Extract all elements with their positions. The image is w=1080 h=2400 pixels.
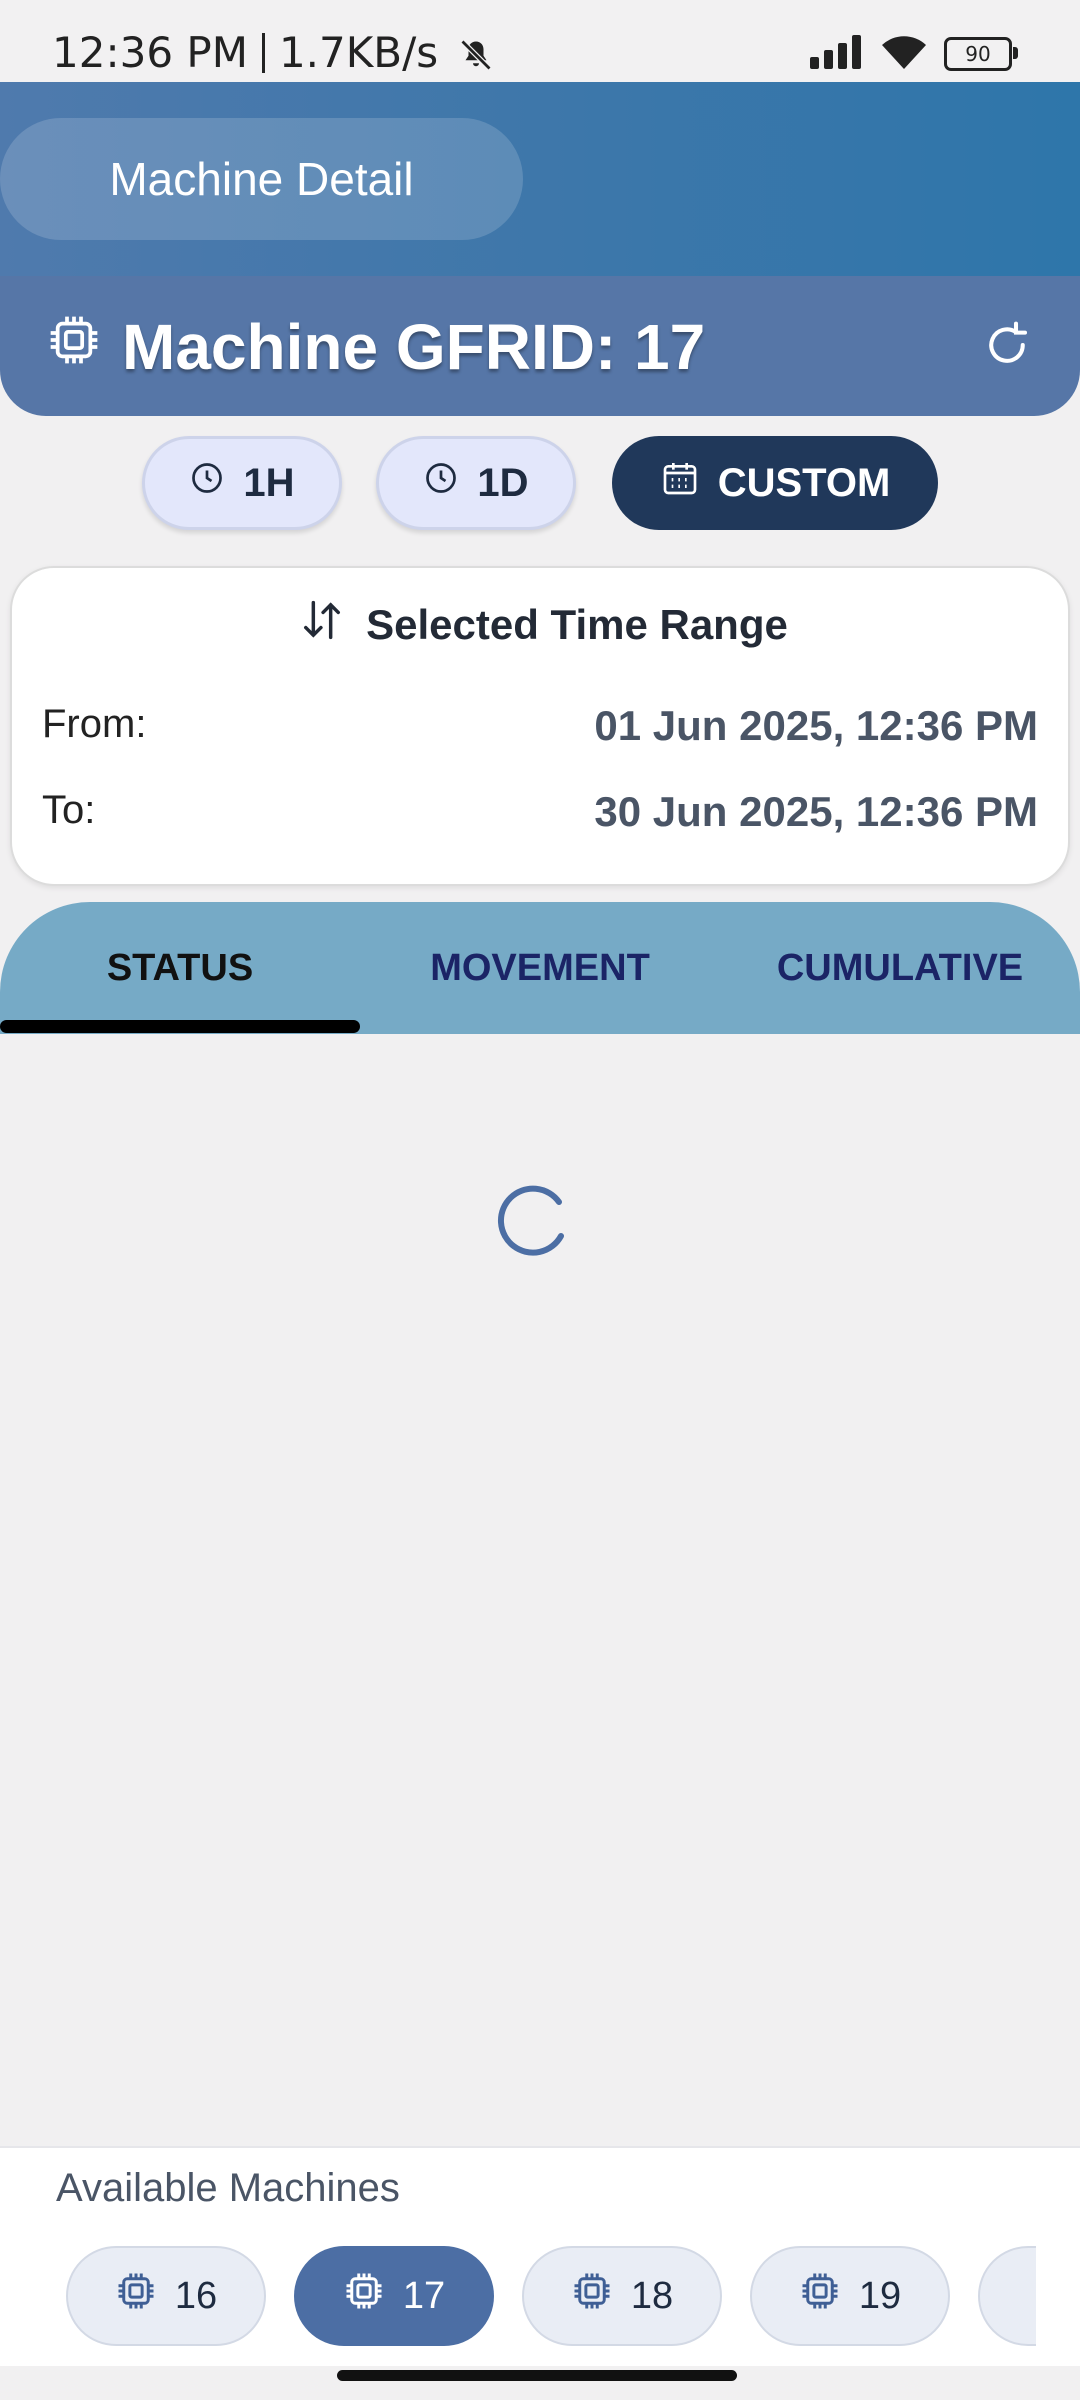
chip-icon xyxy=(571,2270,613,2322)
range-custom-label: CUSTOM xyxy=(717,460,891,505)
time-range-card: Selected Time Range From: 01 Jun 2025, 1… xyxy=(10,566,1070,886)
machine-chip-next[interactable] xyxy=(978,2246,1036,2346)
swap-vertical-icon xyxy=(296,594,348,656)
range-1d-button[interactable]: 1D xyxy=(376,436,576,530)
status-divider xyxy=(261,33,265,73)
chip-icon xyxy=(799,2270,841,2322)
machine-title: Machine GFRID: 17 xyxy=(122,311,706,383)
machine-chip-list: Available Machines 16 17 18 19 xyxy=(0,2148,1036,2366)
status-right: 90 xyxy=(810,34,1018,74)
range-1h-button[interactable]: 1H xyxy=(142,436,342,530)
machine-chip-label: 19 xyxy=(858,2274,902,2317)
loading-spinner xyxy=(497,1182,573,1258)
network-speed: 1.7KB/s xyxy=(278,28,439,77)
range-1d-label: 1D xyxy=(477,460,529,505)
range-custom-button[interactable]: CUSTOM xyxy=(612,436,938,530)
signal-icon xyxy=(810,34,864,74)
range-1h-label: 1H xyxy=(243,460,295,505)
machine-chip-label: 18 xyxy=(630,2274,674,2317)
chip-icon xyxy=(343,2270,385,2322)
refresh-icon[interactable] xyxy=(980,318,1034,372)
chip-icon xyxy=(115,2270,157,2322)
machine-chip-label: 16 xyxy=(174,2274,218,2317)
app-bar: Machine Detail xyxy=(0,82,1080,276)
calendar-icon xyxy=(660,458,700,508)
tab-cumulative[interactable]: CUMULATIVE xyxy=(720,902,1080,1034)
status-left: 12:36 PM 1.7KB/s xyxy=(52,28,494,83)
from-label: From: xyxy=(42,702,147,746)
machine-header: Machine GFRID: 17 xyxy=(0,276,1080,416)
clock-icon xyxy=(423,460,459,506)
status-time: 12:36 PM xyxy=(52,28,248,77)
machine-chip-17[interactable]: 17 xyxy=(294,2246,494,2346)
battery-icon: 90 xyxy=(944,37,1018,71)
wifi-icon xyxy=(882,35,926,74)
tab-indicator xyxy=(0,1020,360,1033)
battery-level: 90 xyxy=(965,42,991,66)
tab-status[interactable]: STATUS xyxy=(0,902,360,1034)
tab-bar: STATUS MOVEMENT CUMULATIVE xyxy=(0,902,1080,1034)
home-indicator[interactable] xyxy=(337,2370,737,2381)
tab-movement[interactable]: MOVEMENT xyxy=(360,902,720,1034)
available-machines-label: Available Machines xyxy=(56,2166,400,2210)
clock-icon xyxy=(189,460,225,506)
machine-chip-18[interactable]: 18 xyxy=(522,2246,722,2346)
machine-chip-19[interactable]: 19 xyxy=(750,2246,950,2346)
to-value: 30 Jun 2025, 12:36 PM xyxy=(594,788,1038,835)
status-bar: 12:36 PM 1.7KB/s 90 xyxy=(0,0,1080,82)
page-title: Machine Detail xyxy=(0,118,523,240)
available-machines-panel: Available Machines 16 17 18 19 xyxy=(0,2146,1080,2366)
time-range-title: Selected Time Range xyxy=(366,601,788,648)
machine-chip-label: 17 xyxy=(402,2274,446,2317)
to-label: To: xyxy=(42,788,96,832)
machine-chip-16[interactable]: 16 xyxy=(66,2246,266,2346)
from-value: 01 Jun 2025, 12:36 PM xyxy=(594,702,1038,749)
bell-muted-icon xyxy=(458,34,494,83)
time-range-heading: Selected Time Range xyxy=(12,594,1072,656)
chip-icon xyxy=(46,312,102,373)
